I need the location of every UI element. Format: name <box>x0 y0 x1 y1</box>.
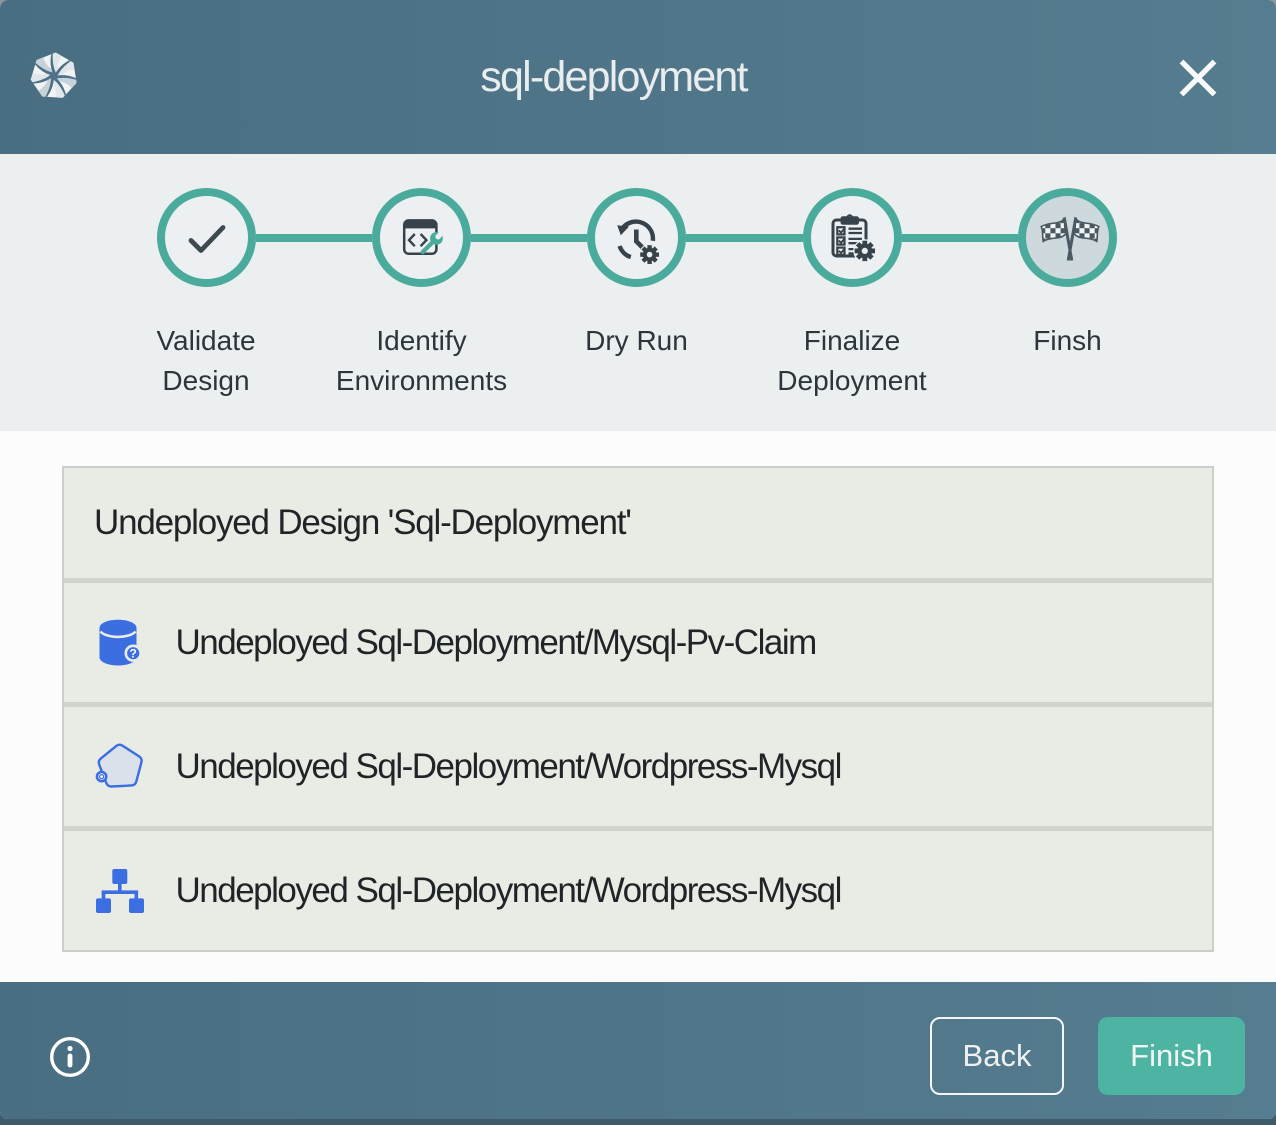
svg-text:?: ? <box>130 646 137 660</box>
